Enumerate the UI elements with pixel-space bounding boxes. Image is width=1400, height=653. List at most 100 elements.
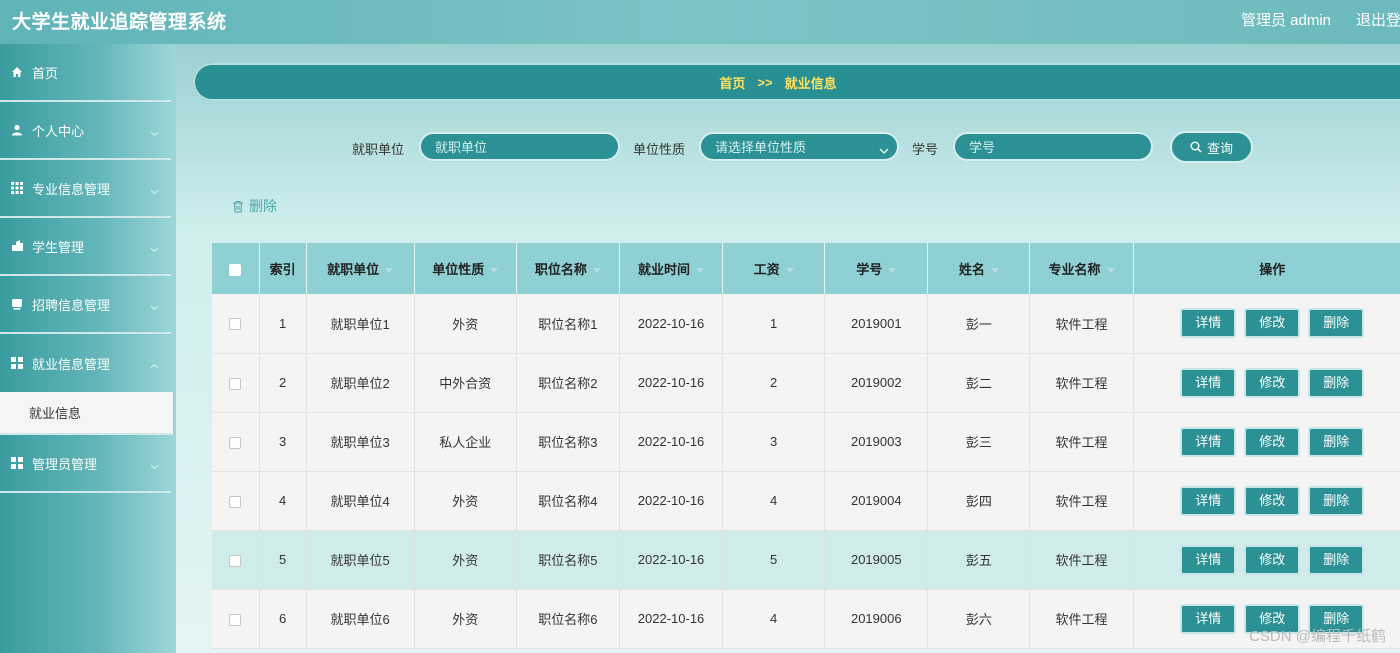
sort-icon[interactable]	[385, 268, 394, 274]
sort-icon[interactable]	[592, 268, 601, 274]
delete-button[interactable]: 删除	[1308, 544, 1365, 575]
sort-icon[interactable]	[490, 268, 499, 274]
student-icon	[10, 239, 24, 253]
sort-icon[interactable]	[990, 268, 999, 274]
row-checkbox[interactable]	[229, 495, 242, 508]
row-checkbox[interactable]	[229, 554, 242, 567]
edit-button[interactable]: 修改	[1244, 308, 1301, 339]
table-cell: 私人企业	[414, 412, 517, 472]
row-actions-cell: 详情 修改 删除	[1133, 530, 1400, 590]
logout-link[interactable]: 退出登	[1356, 9, 1400, 30]
sidebar-item-major-management[interactable]: 专业信息管理	[0, 160, 171, 218]
table-row[interactable]: 4 就职单位4 外资 职位名称4 2022-10-16 4 2019004 彭四 软件工程 详情修…	[212, 471, 1400, 531]
sort-icon[interactable]	[1106, 268, 1115, 274]
table-cell: 外资	[414, 530, 517, 590]
breadcrumb-home[interactable]: 首页	[719, 73, 745, 92]
row-checkbox[interactable]	[229, 377, 242, 390]
detail-button[interactable]: 详情	[1180, 308, 1237, 339]
row-actions-cell: 详情 修改 删除	[1133, 353, 1400, 413]
sidebar-subitem-employment-info[interactable]: 就业信息	[0, 392, 173, 435]
table-cell: 外资	[414, 589, 517, 649]
chevron-down-icon	[150, 458, 159, 473]
edit-button[interactable]: 修改	[1244, 485, 1301, 516]
sidebar: 首页 个人中心 专业信息管理 学生管理 招聘信息管理 就业信息管理 就业信息 管…	[0, 44, 176, 653]
table-row[interactable]: 6 就职单位6 外资 职位名称6 2022-10-16 4 2019006 彭六 软件工程 详情修…	[212, 589, 1400, 649]
query-button[interactable]: 查询	[1170, 131, 1253, 163]
table-cell: 2	[722, 353, 826, 413]
edit-button[interactable]: 修改	[1244, 426, 1301, 457]
grid-icon	[10, 181, 24, 195]
nature-label: 单位性质	[633, 142, 686, 157]
table-cell: 就职单位5	[306, 530, 415, 590]
row-checkbox[interactable]	[229, 613, 242, 626]
sidebar-item-label: 管理员管理	[32, 456, 98, 472]
column-header[interactable]: 单位性质	[414, 243, 517, 294]
row-checkbox[interactable]	[229, 318, 242, 331]
table-cell: 就职单位4	[306, 471, 415, 531]
sidebar-item-admin-management[interactable]: 管理员管理	[0, 435, 171, 493]
column-header[interactable]: 工资	[722, 243, 826, 294]
delete-button[interactable]: 删除	[1308, 367, 1365, 398]
table-row[interactable]: 1 就职单位1 外资 职位名称1 2022-10-16 1 2019001 彭一 软件工程 详情修…	[212, 294, 1400, 354]
table-cell: 彭六	[927, 589, 1031, 649]
sidebar-item-student-management[interactable]: 学生管理	[0, 218, 171, 276]
top-bar: 大学生就业追踪管理系统 管理员 admin 退出登	[0, 0, 1400, 44]
table-row[interactable]: 2 就职单位2 中外合资 职位名称2 2022-10-16 2 2019002 彭二 软件工程详…	[212, 353, 1400, 413]
sidebar-item-home[interactable]: 首页	[0, 44, 171, 102]
row-actions-cell: 详情 修改 删除	[1133, 294, 1400, 354]
student-id-search-input[interactable]: 学号	[953, 132, 1153, 161]
detail-button[interactable]: 详情	[1180, 544, 1237, 575]
delete-button[interactable]: 删除	[1308, 426, 1365, 457]
table-cell: 3	[259, 412, 307, 472]
table-cell: 5	[722, 530, 826, 590]
table-row[interactable]: 5 就职单位5 外资 职位名称5 2022-10-16 5 2019005 彭五 软件工程 详情修…	[212, 530, 1400, 590]
row-checkbox[interactable]	[229, 436, 242, 449]
table-cell: 职位名称5	[516, 530, 620, 590]
sidebar-item-employment-management[interactable]: 就业信息管理	[0, 334, 171, 392]
column-header[interactable]: 职位名称	[516, 243, 620, 294]
sidebar-item-personal-center[interactable]: 个人中心	[0, 102, 171, 160]
table-cell: 外资	[414, 471, 517, 531]
delete-button[interactable]: 删除	[1308, 485, 1365, 516]
employer-label: 就职单位	[352, 142, 405, 157]
column-header[interactable]: 就业时间	[619, 243, 724, 294]
table-cell: 1	[259, 294, 307, 354]
chevron-up-icon	[150, 357, 159, 372]
nature-select[interactable]: 请选择单位性质	[699, 132, 899, 161]
row-select-cell	[212, 412, 260, 472]
table-cell: 2019005	[824, 530, 929, 590]
select-all-checkbox[interactable]	[229, 263, 242, 276]
sidebar-item-recruitment-management[interactable]: 招聘信息管理	[0, 276, 171, 334]
batch-delete-button[interactable]: 删除	[232, 196, 277, 216]
table-cell: 彭三	[927, 412, 1031, 472]
table-cell: 3	[722, 412, 826, 472]
detail-button[interactable]: 详情	[1180, 426, 1237, 457]
edit-button[interactable]: 修改	[1244, 544, 1301, 575]
sort-icon[interactable]	[888, 268, 897, 274]
column-header[interactable]: 学号	[824, 243, 929, 294]
search-icon	[1190, 141, 1202, 153]
employer-search-input[interactable]: 就职单位	[419, 132, 620, 161]
row-select-cell	[212, 530, 260, 590]
row-actions-cell: 详情 修改 删除	[1133, 412, 1400, 472]
table-cell: 中外合资	[414, 353, 517, 413]
detail-button[interactable]: 详情	[1180, 485, 1237, 516]
column-header[interactable]: 就职单位	[306, 243, 415, 294]
delete-button[interactable]: 删除	[1308, 308, 1365, 339]
detail-button[interactable]: 详情	[1180, 603, 1237, 634]
column-header[interactable]: 专业名称	[1029, 243, 1134, 294]
table-cell: 彭二	[927, 353, 1031, 413]
table-row[interactable]: 3 就职单位3 私人企业 职位名称3 2022-10-16 3 2019003 彭三 软件工程详…	[212, 412, 1400, 472]
table-cell: 4	[722, 471, 826, 531]
detail-button[interactable]: 详情	[1180, 367, 1237, 398]
sort-icon[interactable]	[785, 268, 794, 274]
edit-button[interactable]: 修改	[1244, 367, 1301, 398]
row-select-cell	[212, 589, 260, 649]
table-cell: 2019001	[824, 294, 929, 354]
column-header[interactable]: 姓名	[927, 243, 1031, 294]
employment-table: 索引 就职单位 单位性质 职位名称 就业时间 工资 学号 姓名 专业名称 操作 …	[212, 243, 1400, 649]
table-cell: 2019006	[824, 589, 929, 649]
row-select-cell	[212, 471, 260, 531]
sort-icon[interactable]	[696, 268, 705, 274]
table-cell: 就职单位2	[306, 353, 415, 413]
